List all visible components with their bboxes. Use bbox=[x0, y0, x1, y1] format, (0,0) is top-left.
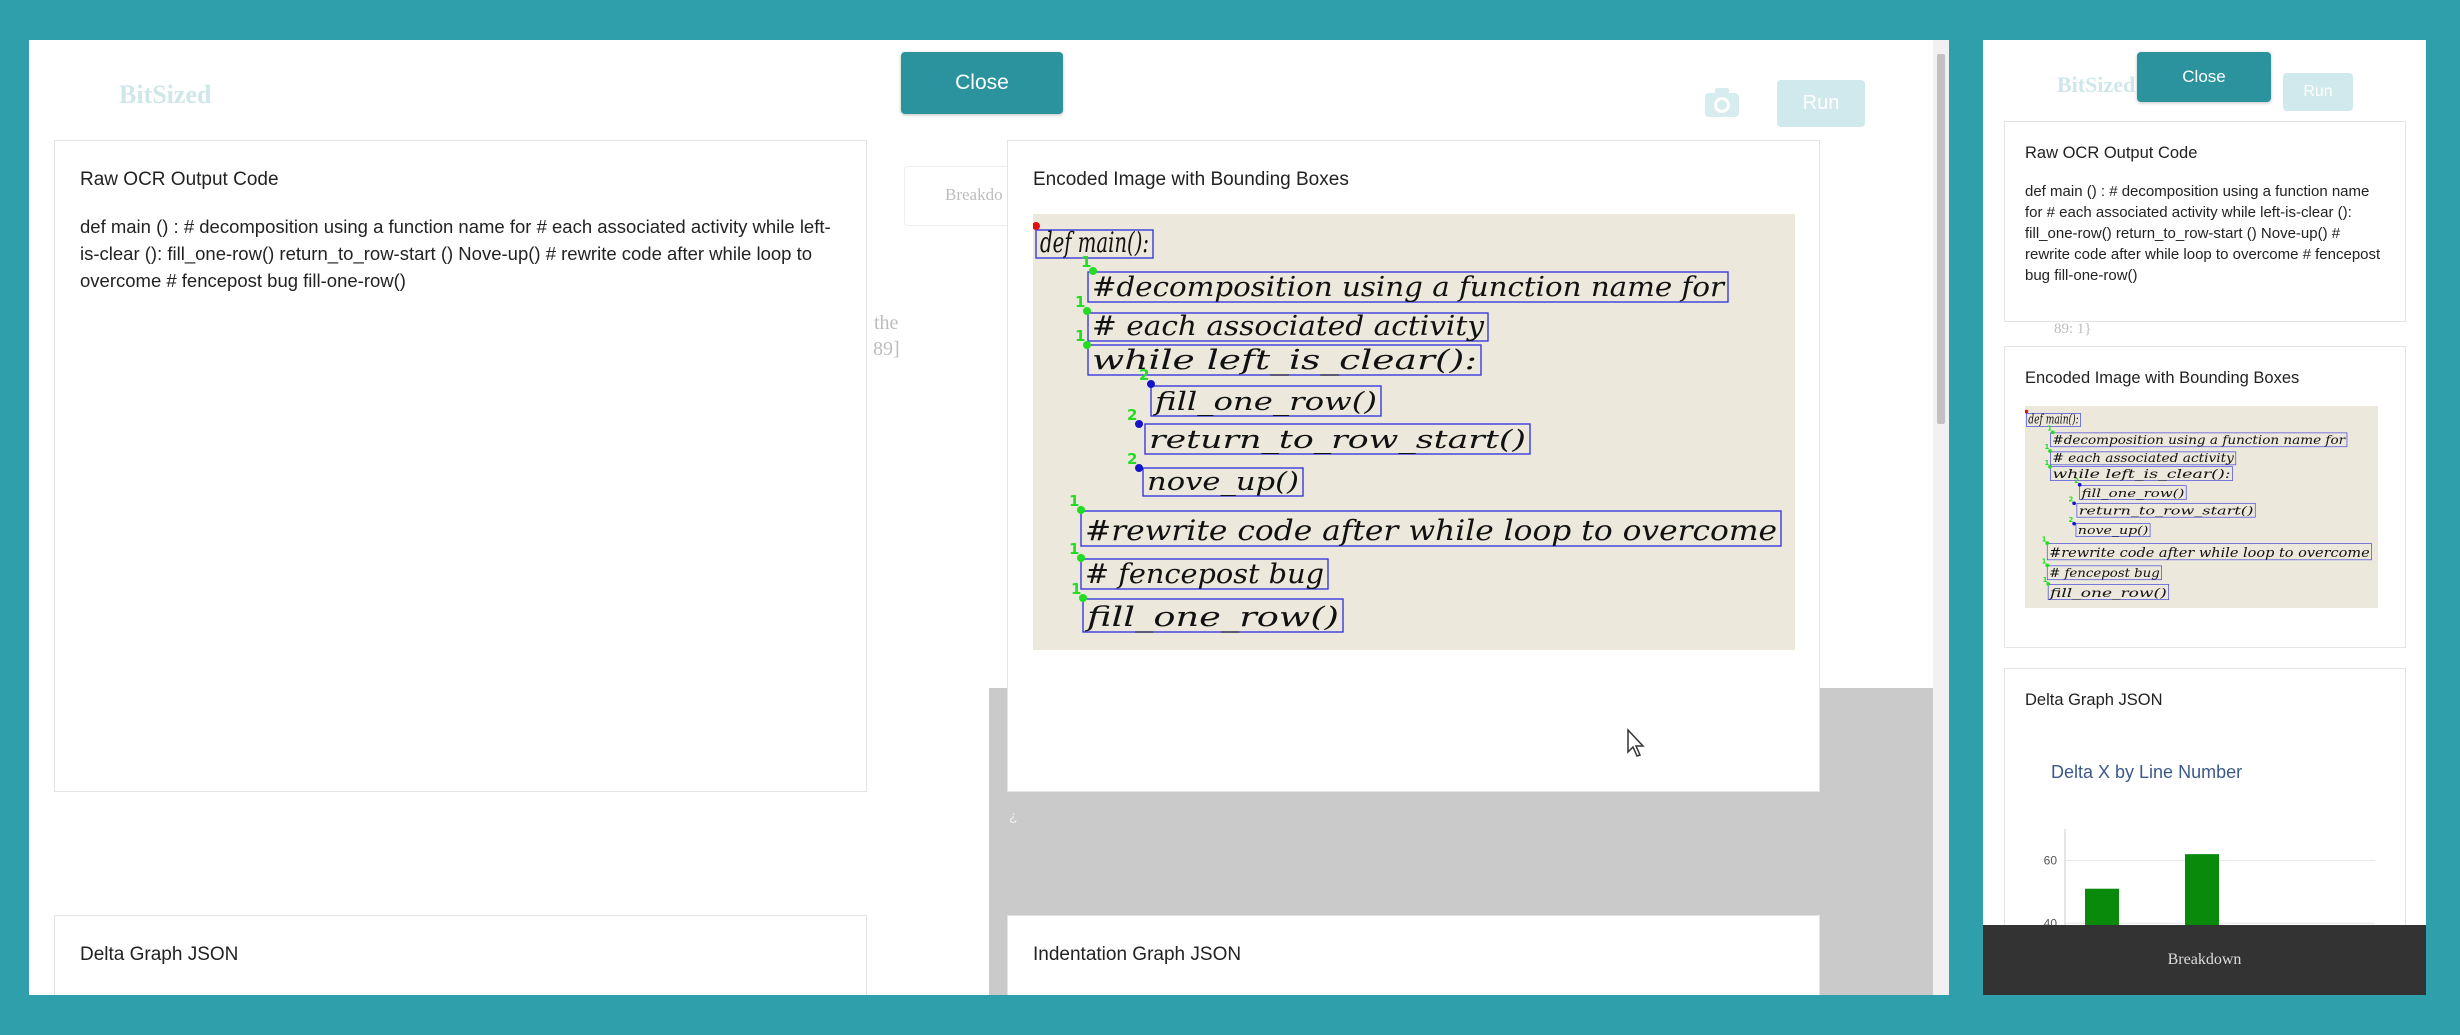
ocr-origin-marker bbox=[1033, 222, 1040, 230]
side-ocr-indent-dot bbox=[2050, 430, 2055, 435]
delta-graph-title: Delta Graph JSON bbox=[80, 944, 239, 965]
ocr-indent-marker: 1 bbox=[1081, 253, 1091, 271]
breakdown-footer[interactable]: Breakdown bbox=[1983, 925, 2426, 995]
side-ocr-handwritten-line: fill_one_row() bbox=[2049, 585, 2167, 600]
brand-logo: BitSized bbox=[119, 80, 212, 109]
side-close-button[interactable]: Close bbox=[2137, 52, 2271, 102]
background-text-the: the bbox=[874, 312, 899, 334]
ocr-indent-marker: 1 bbox=[1075, 327, 1085, 345]
main-scrollbar-thumb[interactable] bbox=[1937, 54, 1945, 424]
ocr-indent-dot bbox=[1079, 594, 1087, 602]
ocr-handwritten-line: fill_one_row() bbox=[1084, 602, 1339, 633]
indentation-graph-card: Indentation Graph JSON bbox=[1007, 915, 1820, 995]
side-run-button[interactable]: Run bbox=[2283, 73, 2353, 111]
ocr-indent-marker: 2 bbox=[1127, 406, 1137, 424]
raw-ocr-card: Raw OCR Output Code def main () : # deco… bbox=[54, 140, 867, 792]
ocr-handwritten-line: # each associated activity bbox=[1092, 311, 1485, 342]
delta-graph-card: Delta Graph JSON bbox=[54, 915, 867, 995]
side-encoded-ocr-image: def main(): #decomposition using a functi… bbox=[2025, 406, 2378, 608]
run-button[interactable]: Run bbox=[1777, 80, 1865, 127]
side-ocr-handwritten-line: nove_up() bbox=[2078, 523, 2148, 537]
raw-ocr-text: def main () : # decomposition using a fu… bbox=[80, 216, 831, 291]
side-raw-ocr-text: def main () : # decomposition using a fu… bbox=[2025, 183, 2381, 284]
ocr-indent-marker: 1 bbox=[1069, 540, 1079, 558]
ocr-indent-marker: 2 bbox=[1139, 366, 1149, 384]
ocr-indent-dot bbox=[1083, 307, 1091, 315]
ocr-handwritten-line: nove_up() bbox=[1147, 467, 1299, 496]
chart-title: Delta X by Line Number bbox=[2051, 762, 2243, 782]
ocr-indent-marker: 2 bbox=[1127, 450, 1137, 468]
raw-ocr-title: Raw OCR Output Code bbox=[80, 169, 279, 190]
side-ocr-handwritten-line: def main(): bbox=[2028, 413, 2078, 428]
side-raw-ocr-card: Raw OCR Output Code def main () : # deco… bbox=[2004, 121, 2406, 322]
side-encoded-image-title: Encoded Image with Bounding Boxes bbox=[2025, 369, 2300, 387]
side-ocr-handwritten-line: fill_one_row() bbox=[2080, 486, 2184, 500]
side-ocr-handwritten-line: # each associated activity bbox=[2052, 450, 2235, 465]
side-ocr-indent-dot bbox=[2048, 449, 2052, 453]
side-background-fragment: 89: 1} bbox=[2054, 321, 2092, 337]
side-encoded-image-card: Encoded Image with Bounding Boxes def ma… bbox=[2004, 346, 2406, 648]
ocr-indent-marker: 1 bbox=[1075, 293, 1085, 311]
ocr-indent-dot bbox=[1077, 554, 1085, 562]
ocr-indent-dot bbox=[1147, 380, 1155, 388]
side-ocr-indent-dot bbox=[2045, 563, 2050, 568]
side-delta-graph-title: Delta Graph JSON bbox=[2025, 691, 2163, 709]
ocr-handwritten-line: return_to_row_start() bbox=[1149, 425, 1526, 454]
ocr-indent-dot bbox=[1135, 464, 1143, 472]
side-ocr-indent-dot bbox=[2046, 582, 2051, 586]
encoded-image-title: Encoded Image with Bounding Boxes bbox=[1033, 169, 1349, 190]
ocr-handwritten-line: #decomposition using a function name for bbox=[1092, 272, 1726, 303]
ocr-handwritten-line: def main(): bbox=[1040, 226, 1149, 259]
side-brand-logo: BitSized bbox=[2057, 72, 2136, 97]
ocr-handwritten-line: while left_is_clear(): bbox=[1092, 345, 1477, 376]
ocr-indent-dot bbox=[1077, 506, 1085, 514]
side-preview-window: BitSized Run Close Raw OCR Output Code d… bbox=[1983, 40, 2426, 995]
overlay-mark: ¿ bbox=[1009, 808, 1018, 824]
side-ocr-handwritten-line: # fencepost bug bbox=[2049, 565, 2160, 580]
side-ocr-indent-dot bbox=[2077, 482, 2082, 487]
side-ocr-indent-dot bbox=[2045, 541, 2050, 545]
close-button[interactable]: Close bbox=[901, 52, 1063, 114]
side-ocr-handwritten-line: return_to_row_start() bbox=[2079, 503, 2254, 517]
side-ocr-origin-marker bbox=[2025, 409, 2029, 414]
ocr-indent-dot bbox=[1083, 341, 1091, 349]
encoded-ocr-image: def main(): #decomposition using a functi… bbox=[1033, 214, 1795, 650]
side-ocr-indent-dot bbox=[2072, 501, 2076, 506]
ocr-indent-dot bbox=[1135, 420, 1143, 428]
side-ocr-indent-dot bbox=[2048, 464, 2052, 469]
ocr-indent-marker: 1 bbox=[1069, 492, 1079, 510]
ocr-handwritten-line: fill_one_row() bbox=[1152, 387, 1377, 416]
background-text-bracket: 89] bbox=[873, 338, 900, 360]
encoded-image-card: Encoded Image with Bounding Boxes def ma… bbox=[1007, 140, 1820, 792]
camera-icon[interactable] bbox=[1702, 82, 1742, 122]
main-modal-window: BitSized Run Close Breakdo the 89] ¿ Raw… bbox=[29, 40, 1949, 995]
side-ocr-handwritten-line: while left_is_clear(): bbox=[2052, 466, 2230, 481]
cursor-icon bbox=[1626, 728, 1648, 763]
ocr-handwritten-line: # fencepost bug bbox=[1085, 559, 1324, 590]
side-ocr-handwritten-line: #rewrite code after while loop to overco… bbox=[2049, 546, 2370, 561]
side-ocr-indent-dot bbox=[2072, 521, 2076, 526]
side-raw-ocr-title: Raw OCR Output Code bbox=[2025, 144, 2198, 162]
chart-y-tick-label: 60 bbox=[2044, 853, 2058, 867]
ocr-handwritten-line: #rewrite code after while loop to overco… bbox=[1085, 514, 1777, 547]
ocr-indent-marker: 1 bbox=[1071, 580, 1081, 598]
indentation-graph-title: Indentation Graph JSON bbox=[1033, 944, 1242, 965]
side-ocr-handwritten-line: #decomposition using a function name for bbox=[2052, 432, 2346, 447]
ocr-indent-dot bbox=[1089, 267, 1097, 275]
main-scrollbar[interactable] bbox=[1933, 40, 1949, 995]
